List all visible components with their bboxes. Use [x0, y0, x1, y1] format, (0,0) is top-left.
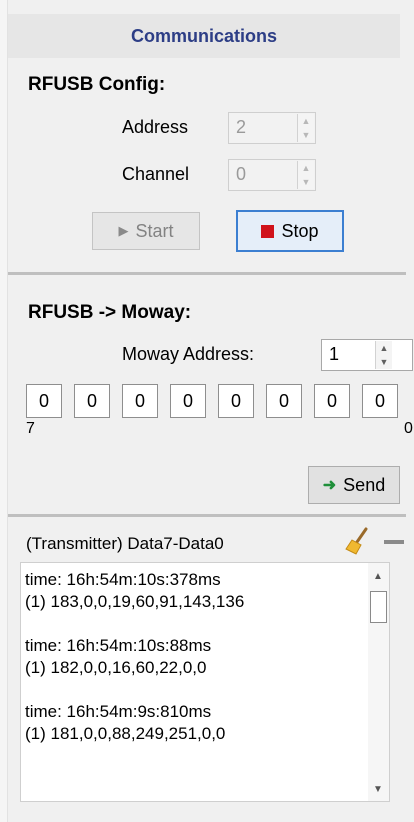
scroll-thumb[interactable]	[370, 591, 387, 623]
channel-value: 0	[236, 164, 247, 184]
spin-up-icon[interactable]: ▲	[298, 161, 314, 175]
bit-field-7[interactable]: 0	[26, 384, 62, 418]
minimize-icon[interactable]	[384, 540, 404, 544]
address-label: Address	[122, 117, 189, 137]
address-value: 2	[236, 117, 247, 137]
bit-field-5[interactable]: 0	[122, 384, 158, 418]
spin-down-icon[interactable]: ▼	[298, 128, 314, 142]
address-spinner-arrows[interactable]: ▲ ▼	[297, 114, 314, 142]
bit-field-6[interactable]: 0	[74, 384, 110, 418]
scroll-up-icon[interactable]: ▲	[373, 571, 383, 582]
stop-icon	[261, 224, 275, 238]
bit-field-0[interactable]: 0	[362, 384, 398, 418]
send-button[interactable]: ➜ Send	[308, 466, 400, 504]
rfusb-moway-title: RFUSB -> Moway:	[28, 302, 192, 323]
moway-address-label: Moway Address:	[122, 344, 255, 364]
start-button[interactable]: ▶ Start	[92, 212, 200, 250]
section-divider	[8, 272, 406, 275]
log-text: time: 16h:54m:10s:378ms (1) 183,0,0,19,6…	[25, 570, 245, 743]
bit-field-1[interactable]: 0	[314, 384, 350, 418]
log-scrollbar[interactable]: ▲ ▼	[368, 563, 389, 801]
bit-high-label: 7	[26, 420, 35, 437]
stop-button[interactable]: Stop	[236, 210, 344, 252]
log-title: (Transmitter) Data7-Data0	[26, 534, 224, 553]
spin-down-icon[interactable]: ▼	[376, 355, 392, 369]
broom-icon[interactable]	[344, 526, 370, 556]
send-label: Send	[343, 474, 386, 495]
panel-left-edge	[0, 0, 8, 822]
section-divider	[8, 514, 406, 517]
bit-field-2[interactable]: 0	[266, 384, 302, 418]
bit-field-4[interactable]: 0	[170, 384, 206, 418]
channel-spinner-arrows[interactable]: ▲ ▼	[297, 161, 314, 189]
bit-field-3[interactable]: 0	[218, 384, 254, 418]
address-spinner[interactable]: 2 ▲ ▼	[228, 112, 316, 144]
start-label: Start	[135, 220, 174, 241]
spin-up-icon[interactable]: ▲	[376, 341, 392, 355]
channel-label: Channel	[122, 164, 190, 184]
log-textbox[interactable]: time: 16h:54m:10s:378ms (1) 183,0,0,19,6…	[20, 562, 390, 802]
moway-address-spinner-arrows[interactable]: ▲ ▼	[375, 341, 392, 369]
rfusb-config-title: RFUSB Config:	[28, 74, 166, 95]
log-header: (Transmitter) Data7-Data0	[8, 522, 406, 562]
stop-label: Stop	[281, 220, 319, 241]
panel-header: Communications	[8, 14, 400, 58]
spin-down-icon[interactable]: ▼	[298, 175, 314, 189]
arrow-right-icon: ➜	[322, 477, 337, 494]
scroll-down-icon[interactable]: ▼	[373, 784, 383, 795]
moway-address-spinner[interactable]: 1 ▲ ▼	[321, 339, 413, 371]
bit-low-label: 0	[404, 420, 413, 437]
spin-up-icon[interactable]: ▲	[298, 114, 314, 128]
channel-spinner[interactable]: 0 ▲ ▼	[228, 159, 316, 191]
play-icon: ▶	[118, 223, 129, 238]
moway-address-value: 1	[329, 344, 340, 364]
